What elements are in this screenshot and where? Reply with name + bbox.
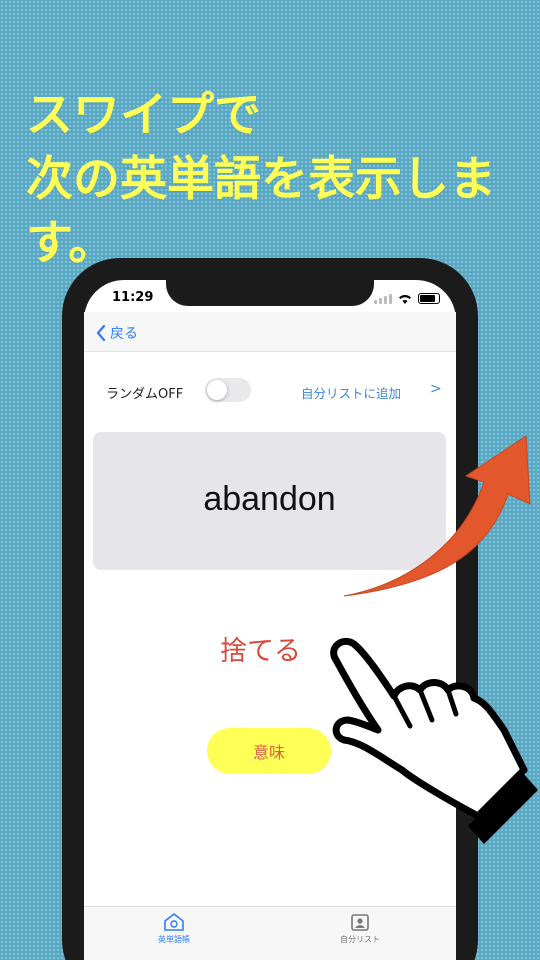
tab-word-book[interactable]: 英単語帳 (158, 912, 190, 945)
tab-label: 英単語帳 (158, 935, 190, 944)
house-icon (164, 912, 184, 931)
back-label: 戻る (110, 326, 138, 342)
phone-screen (84, 280, 456, 960)
promo-line-2: 次の英単語を表示しま (26, 152, 496, 207)
promo-caption: スワイプで 次の英単語を表示しま す。 (26, 84, 526, 276)
tab-label: 自分リスト (340, 935, 380, 944)
status-icons (374, 293, 440, 304)
signal-icon (374, 293, 392, 304)
random-toggle[interactable] (205, 378, 251, 402)
status-time: 11:29 (112, 290, 154, 305)
swipe-arrow-icon (343, 435, 531, 597)
toggle-knob (207, 380, 227, 400)
chevron-right-icon[interactable]: > (430, 381, 442, 397)
navigation-bar (84, 312, 456, 352)
promo-line-1: スワイプで (26, 88, 261, 143)
id-card-icon (351, 914, 369, 931)
back-button[interactable]: 戻る (96, 323, 138, 343)
tab-my-list[interactable]: 自分リスト (340, 912, 380, 945)
phone-notch (166, 280, 374, 306)
tab-bar (84, 906, 456, 960)
chevron-left-icon (96, 325, 106, 341)
pointing-hand-icon (330, 637, 538, 844)
random-label: ランダムOFF (106, 387, 184, 402)
wifi-icon (399, 294, 411, 304)
battery-icon (418, 293, 440, 304)
meaning-button[interactable]: 意味 (207, 728, 331, 774)
meaning-text: 捨てる (220, 636, 301, 667)
add-to-list-link[interactable]: 自分リストに追加 (301, 383, 401, 402)
